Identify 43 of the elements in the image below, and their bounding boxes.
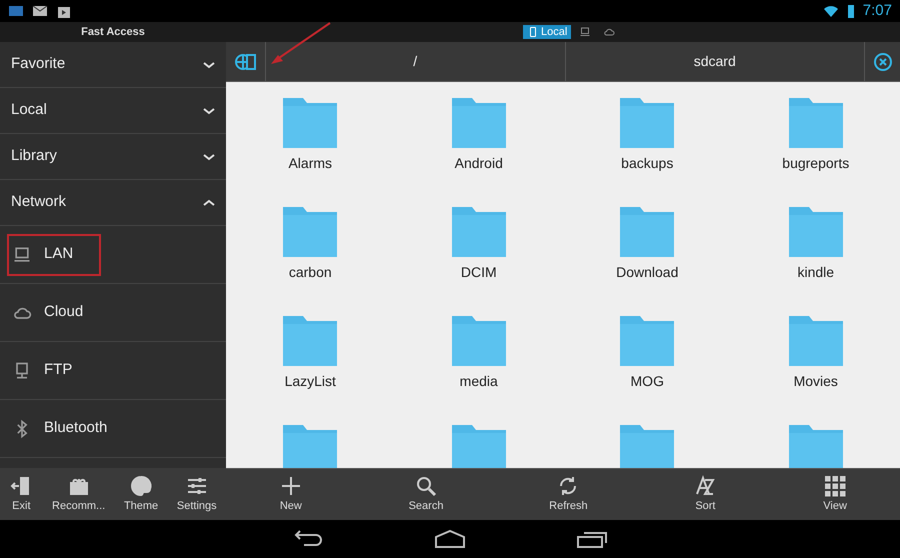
path-segment[interactable]: sdcard <box>566 42 864 81</box>
folder-name: MOG <box>630 372 664 391</box>
network-item[interactable]: Bluetooth <box>7 408 112 450</box>
toolbar-button[interactable]: Search <box>408 474 444 515</box>
grid-view-icon <box>823 474 848 498</box>
clock-time: 7:07 <box>862 0 892 21</box>
folder-name: media <box>460 372 498 391</box>
source-tab[interactable]: Local <box>523 25 572 39</box>
toolbar-button[interactable]: Recomm... <box>52 474 106 514</box>
folder-name: kindle <box>797 263 834 282</box>
back-icon[interactable] <box>292 529 324 549</box>
laptop-icon <box>12 244 32 264</box>
network-item[interactable]: FTP <box>7 350 78 392</box>
toolbar-button[interactable]: Settings <box>176 474 217 514</box>
home-icon[interactable] <box>434 529 466 549</box>
toolbar-button[interactable]: New <box>278 474 303 515</box>
search-icon <box>414 474 438 498</box>
toolbar-button[interactable]: Exit <box>9 474 34 514</box>
arrow-annotation <box>270 22 332 66</box>
network-item[interactable]: Cloud <box>7 292 88 334</box>
wifi-icon <box>822 3 839 19</box>
folder-name: backups <box>621 154 674 173</box>
folder-name: LazyList <box>284 372 336 391</box>
path-segment[interactable]: / <box>266 42 566 81</box>
folder-name: Download <box>616 263 678 282</box>
network-item[interactable]: LAN <box>7 234 101 276</box>
folder-name: carbon <box>288 263 332 282</box>
folder-name: DCIM <box>460 263 497 282</box>
panel-title: Fast Access <box>80 24 146 40</box>
folder-name: bugreports <box>782 154 850 173</box>
phone-icon <box>527 26 539 38</box>
folder-name: Movies <box>794 372 838 391</box>
cloud-icon <box>603 26 616 38</box>
envelope-icon <box>32 3 48 19</box>
recent-apps-icon[interactable] <box>576 529 608 549</box>
folder-name: Android <box>454 154 503 173</box>
toolbar-button[interactable]: Sort <box>693 474 718 515</box>
toolbar-button[interactable]: Refresh <box>549 474 588 515</box>
battery-icon <box>846 3 855 19</box>
folder-name: Alarms <box>288 154 332 173</box>
toolbar-button[interactable]: View <box>823 474 848 515</box>
laptop-icon <box>579 26 592 38</box>
toolbar-button[interactable]: Theme <box>124 474 158 514</box>
